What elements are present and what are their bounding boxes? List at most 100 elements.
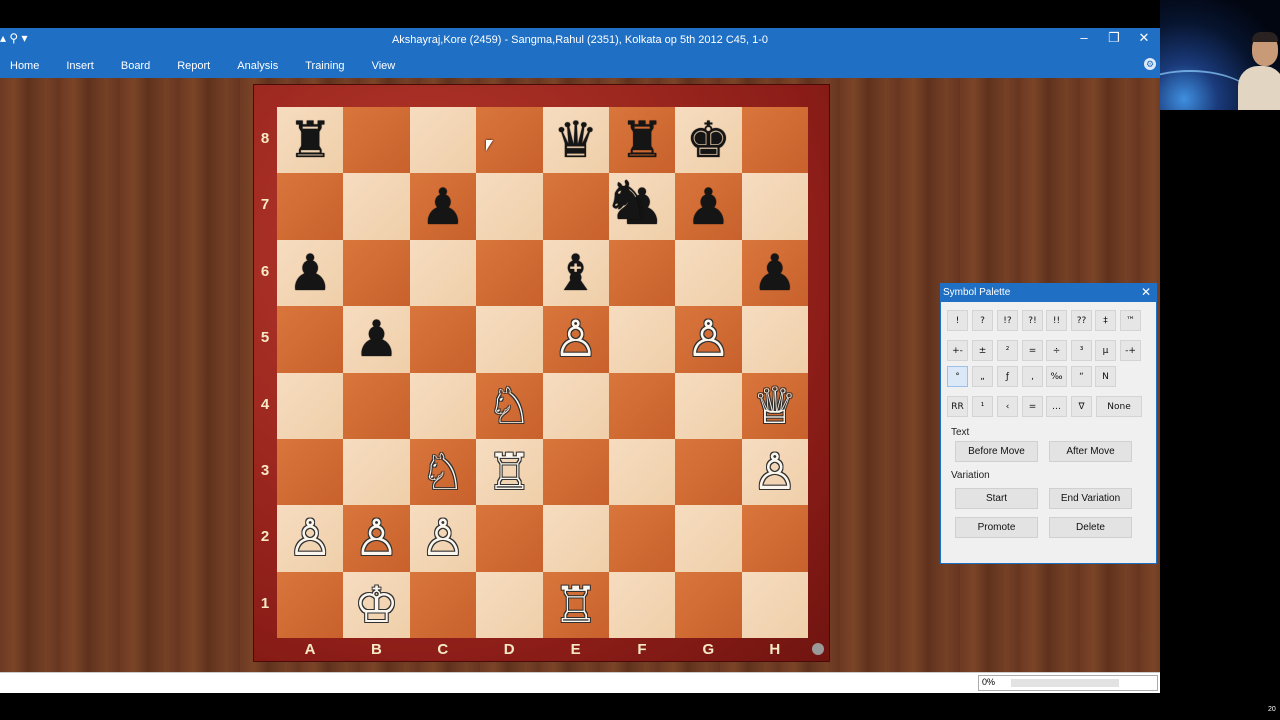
square-a1[interactable] [277,571,344,638]
square-a4[interactable] [277,372,344,439]
symbol-button[interactable]: ‡ [1095,310,1116,331]
black-knight-icon[interactable]: ♞ [595,167,661,233]
square-g5[interactable]: ♙ [675,306,742,373]
white-knight-icon[interactable]: ♘ [410,439,476,505]
square-a8[interactable]: ♜ [277,107,344,174]
square-c6[interactable] [409,239,477,307]
symbol-button[interactable]: ?! [1022,310,1043,331]
symbol-button[interactable]: ™ [1120,310,1141,331]
black-pawn-icon[interactable]: ♟ [277,240,343,306]
square-h7[interactable] [741,173,808,240]
symbol-button[interactable]: ° [947,366,968,387]
symbol-button[interactable]: ¹ [972,396,993,417]
square-f8[interactable]: ♜ [608,107,676,174]
delete-button[interactable]: Delete [1049,517,1132,538]
square-e8[interactable]: ♛ [542,107,609,174]
square-g1[interactable] [675,571,742,638]
square-e5[interactable]: ♙ [542,306,609,373]
restore-button[interactable]: ❐ [1106,30,1122,46]
square-f3[interactable] [608,438,676,506]
symbol-button[interactable]: RR [947,396,968,417]
symbol-button[interactable]: +- [947,340,968,361]
square-g3[interactable] [675,438,742,506]
white-queen-icon[interactable]: ♕ [742,373,808,439]
black-queen-icon[interactable]: ♛ [543,107,609,173]
square-a5[interactable] [277,306,344,373]
symbol-button[interactable]: N [1095,366,1116,387]
square-e1[interactable]: ♖ [542,571,609,638]
white-king-icon[interactable]: ♔ [343,572,409,638]
square-b1[interactable]: ♔ [343,571,410,638]
tab-insert[interactable]: Insert [56,60,111,72]
square-b7[interactable] [343,173,410,240]
black-pawn-icon[interactable]: ♟ [410,173,476,239]
square-h8[interactable] [741,107,808,174]
symbol-button[interactable]: , [1022,366,1043,387]
square-a2[interactable]: ♙ [277,505,344,572]
square-e6[interactable]: ♝ [542,239,609,307]
square-h1[interactable] [741,571,808,638]
symbol-button[interactable]: … [1046,396,1067,417]
square-h5[interactable] [741,306,808,373]
square-c7[interactable]: ♟ [409,173,477,240]
square-b3[interactable] [343,438,410,506]
black-rook-icon[interactable]: ♜ [609,107,675,173]
square-c4[interactable] [409,372,477,439]
square-h2[interactable] [741,505,808,572]
symbol-button[interactable]: ? [972,310,993,331]
symbol-button[interactable]: !! [1046,310,1067,331]
square-d2[interactable] [476,505,543,572]
square-c5[interactable] [409,306,477,373]
white-pawn-icon[interactable]: ♙ [742,439,808,505]
white-rook-icon[interactable]: ♖ [543,572,609,638]
square-d7[interactable] [476,173,543,240]
options-icon[interactable]: ⚙ [1144,58,1156,70]
symbol-button[interactable]: ∇ [1071,396,1092,417]
symbol-button[interactable]: „ [972,366,993,387]
black-bishop-icon[interactable]: ♝ [543,240,609,306]
square-d1[interactable] [476,571,543,638]
square-f4[interactable] [608,372,676,439]
symbol-button[interactable]: ! [947,310,968,331]
black-pawn-icon[interactable]: ♟ [343,306,409,372]
symbol-button[interactable]: ³ [1071,340,1092,361]
white-knight-icon[interactable]: ♘ [476,373,542,439]
square-f1[interactable] [608,571,676,638]
square-b2[interactable]: ♙ [343,505,410,572]
square-h3[interactable]: ♙ [741,438,808,506]
square-g6[interactable] [675,239,742,307]
square-g4[interactable] [675,372,742,439]
symbol-button[interactable]: ‰ [1046,366,1067,387]
square-h6[interactable]: ♟ [741,239,808,307]
symbol-none-button[interactable]: None [1096,396,1142,417]
black-pawn-icon[interactable]: ♟ [675,173,741,239]
square-b8[interactable] [343,107,410,174]
square-d3[interactable]: ♖ [476,438,543,506]
symbol-button[interactable]: ?? [1071,310,1092,331]
square-d5[interactable] [476,306,543,373]
square-f2[interactable] [608,505,676,572]
chessboard[interactable]: ♜ ♛ ♜ ♚ ♟ ♟ ♞ ♟ ♟ ♝ ♟ ♟ ♙ ♙ ♘ ♕ ♘ ♖ ♙ ♙ ♙ ♙ ♔ ♖ [277,107,808,638]
square-c1[interactable] [409,571,477,638]
symbol-button[interactable]: = [1022,340,1043,361]
square-b4[interactable] [343,372,410,439]
tab-training[interactable]: Training [295,60,361,72]
square-b5[interactable]: ♟ [343,306,410,373]
symbol-button[interactable]: ± [972,340,993,361]
square-h4[interactable]: ♕ [741,372,808,439]
symbol-button[interactable]: ÷ [1046,340,1067,361]
square-b6[interactable] [343,239,410,307]
white-pawn-icon[interactable]: ♙ [410,505,476,571]
minimize-button[interactable]: – [1076,30,1092,46]
white-rook-icon[interactable]: ♖ [476,439,542,505]
symbol-button[interactable]: ƒ [997,366,1018,387]
black-king-icon[interactable]: ♚ [675,107,741,173]
square-d4[interactable]: ♘ [476,372,543,439]
symbol-button[interactable]: ‹ [997,396,1018,417]
square-g7[interactable]: ♟ [675,173,742,240]
start-variation-button[interactable]: Start [955,488,1038,509]
tab-board[interactable]: Board [111,60,167,72]
before-move-button[interactable]: Before Move [955,441,1038,462]
white-pawn-icon[interactable]: ♙ [343,505,409,571]
square-c2[interactable]: ♙ [409,505,477,572]
